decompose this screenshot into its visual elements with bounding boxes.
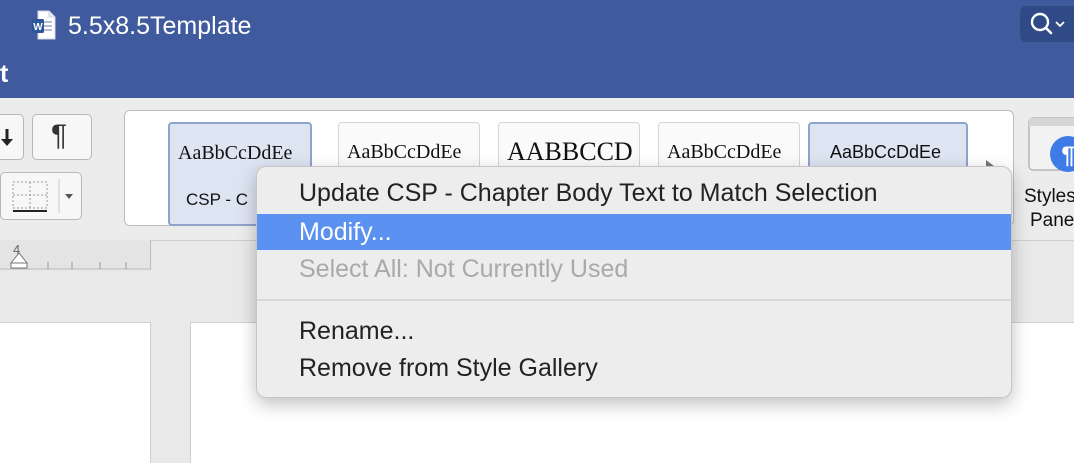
search-icon: [1030, 12, 1065, 35]
menu-separator: [257, 299, 1011, 301]
word-document-icon: W: [32, 10, 56, 40]
style-sample: AaBbCcDdEe: [347, 141, 462, 163]
document-page[interactable]: [0, 322, 151, 463]
menu-item-update-style[interactable]: Update CSP - Chapter Body Text to Match …: [257, 175, 1011, 211]
style-name: CSP - C: [186, 190, 249, 209]
style-sample: AABBCCD: [507, 137, 633, 166]
context-menu: Update CSP - Chapter Body Text to Match …: [256, 166, 1012, 398]
styles-pane-icon: ¶: [1028, 117, 1074, 172]
menu-item-select-all: Select All: Not Currently Used: [299, 255, 629, 283]
indent-marker-icon[interactable]: [8, 250, 30, 270]
svg-text:W: W: [33, 22, 43, 33]
show-formatting-button[interactable]: ¶: [32, 114, 92, 160]
search-button[interactable]: [1020, 6, 1074, 42]
window-title: 5.5x8.5Template: [68, 12, 252, 40]
down-arrow-icon: [1, 129, 13, 146]
styles-pane-label: Pane: [1030, 210, 1074, 231]
borders-button[interactable]: [0, 172, 82, 220]
pilcrow-icon: ¶: [51, 119, 68, 152]
sort-button[interactable]: [0, 114, 24, 160]
borders-icon: [12, 181, 48, 212]
styles-pane-label: Styles: [1024, 186, 1074, 207]
menu-item-remove-from-gallery[interactable]: Remove from Style Gallery: [257, 350, 1011, 386]
menu-item-rename[interactable]: Rename...: [257, 313, 1011, 349]
title-bar: W 5.5x8.5Template t: [0, 0, 1074, 98]
svg-text:¶: ¶: [1061, 142, 1074, 169]
style-sample: AaBbCcDdEe: [667, 141, 782, 163]
chevron-down-icon: [65, 194, 73, 199]
ruler: 4: [0, 240, 151, 270]
chevron-down-icon: [1055, 21, 1065, 28]
styles-pane-button[interactable]: ¶ Styles Pane: [1020, 116, 1074, 236]
style-sample: AaBbCcDdEe: [178, 142, 293, 164]
menu-item-modify[interactable]: Modify...: [257, 214, 1011, 250]
ribbon-tab-fragment[interactable]: t: [0, 58, 8, 90]
style-sample: AaBbCcDdEe: [830, 142, 942, 162]
